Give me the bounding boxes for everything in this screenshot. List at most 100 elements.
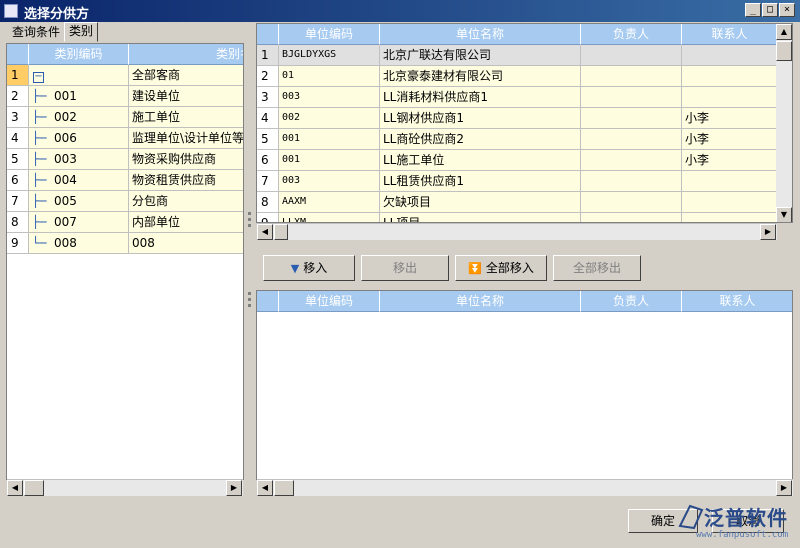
tab-query-conditions[interactable]: 查询条件 xyxy=(8,24,64,42)
supplier-hscrollbar[interactable]: ◀ ▶ xyxy=(257,223,777,240)
maximize-button[interactable]: □ xyxy=(762,3,778,17)
supplier-contact-cell[interactable] xyxy=(682,213,778,222)
tab-category[interactable]: 类别 xyxy=(64,22,99,42)
minimize-button[interactable]: _ xyxy=(745,3,761,17)
supplier-code-cell[interactable]: LLXM xyxy=(279,213,380,222)
category-row[interactable]: 1− 全部客商 xyxy=(7,65,243,86)
category-row[interactable]: 4 ├─ 006 监理单位\设计单位等 xyxy=(7,128,243,149)
supplier-row[interactable]: 7 003 LL租赁供应商1 xyxy=(257,171,778,192)
scroll-right-icon[interactable]: ▶ xyxy=(760,224,776,240)
supplier-contact-cell[interactable] xyxy=(682,192,778,213)
supplier-name-cell[interactable]: LL消耗材料供应商1 xyxy=(380,87,581,108)
category-name-cell[interactable]: 008 xyxy=(129,233,243,254)
category-name-cell[interactable]: 建设单位 xyxy=(129,86,243,107)
supplier-name-cell[interactable]: LL钢材供应商1 xyxy=(380,108,581,129)
category-code-cell[interactable]: − xyxy=(29,65,129,86)
scroll-thumb[interactable] xyxy=(24,480,44,496)
move-out-button[interactable]: 移出 xyxy=(361,255,449,281)
supplier-owner-cell[interactable] xyxy=(581,171,682,192)
selected-header-name[interactable]: 单位名称 xyxy=(380,291,581,312)
scroll-thumb[interactable] xyxy=(274,480,294,496)
supplier-owner-cell[interactable] xyxy=(581,192,682,213)
supplier-owner-cell[interactable] xyxy=(581,45,682,66)
supplier-contact-cell[interactable]: 小李 xyxy=(682,129,778,150)
category-code-cell[interactable]: ├─ 004 xyxy=(29,170,129,191)
supplier-header-contact[interactable]: 联系人 xyxy=(682,24,778,45)
supplier-owner-cell[interactable] xyxy=(581,66,682,87)
selected-hscrollbar[interactable]: ◀ ▶ xyxy=(257,479,793,496)
collapse-icon[interactable]: − xyxy=(33,72,44,83)
category-name-cell[interactable]: 全部客商 xyxy=(129,65,243,86)
category-name-cell[interactable]: 内部单位 xyxy=(129,212,243,233)
supplier-owner-cell[interactable] xyxy=(581,150,682,171)
scroll-thumb[interactable] xyxy=(274,224,288,240)
category-name-cell[interactable]: 物资采购供应商 xyxy=(129,149,243,170)
category-name-cell[interactable]: 分包商 xyxy=(129,191,243,212)
selected-header-owner[interactable]: 负责人 xyxy=(581,291,682,312)
scroll-left-icon[interactable]: ◀ xyxy=(257,224,273,240)
supplier-row[interactable]: 9 LLXM LL项目 xyxy=(257,213,778,222)
supplier-code-cell[interactable]: 001 xyxy=(279,129,380,150)
category-name-cell[interactable]: 监理单位\设计单位等 xyxy=(129,128,243,149)
panel-splitter[interactable] xyxy=(245,22,254,496)
close-button[interactable]: × xyxy=(779,3,795,17)
scroll-left-icon[interactable]: ◀ xyxy=(7,480,23,496)
move-all-out-button[interactable]: 全部移出 xyxy=(553,255,641,281)
category-code-cell[interactable]: ├─ 003 xyxy=(29,149,129,170)
supplier-row[interactable]: 4 002 LL钢材供应商1 小李 xyxy=(257,108,778,129)
supplier-code-cell[interactable]: AAXM xyxy=(279,192,380,213)
category-row[interactable]: 8 ├─ 007 内部单位 xyxy=(7,212,243,233)
supplier-contact-cell[interactable] xyxy=(682,45,778,66)
scroll-up-icon[interactable]: ▲ xyxy=(776,24,792,40)
selected-header-contact[interactable]: 联系人 xyxy=(682,291,792,312)
category-row[interactable]: 5 ├─ 003 物资采购供应商 xyxy=(7,149,243,170)
supplier-code-cell[interactable]: 003 xyxy=(279,171,380,192)
selected-header-code[interactable]: 单位编码 xyxy=(279,291,380,312)
category-row[interactable]: 2 ├─ 001 建设单位 xyxy=(7,86,243,107)
supplier-code-cell[interactable]: 01 xyxy=(279,66,380,87)
supplier-code-cell[interactable]: 001 xyxy=(279,150,380,171)
scroll-thumb[interactable] xyxy=(776,41,792,61)
category-header-code[interactable]: 类别编码 xyxy=(29,44,129,65)
category-name-cell[interactable]: 施工单位 xyxy=(129,107,243,128)
category-row[interactable]: 9 └─ 008 008 xyxy=(7,233,243,254)
supplier-vscrollbar[interactable]: ▲ ▼ xyxy=(776,24,792,222)
category-code-cell[interactable]: ├─ 006 xyxy=(29,128,129,149)
supplier-name-cell[interactable]: 北京豪泰建材有限公司 xyxy=(380,66,581,87)
supplier-owner-cell[interactable] xyxy=(581,129,682,150)
supplier-row[interactable]: 6 001 LL施工单位 小李 xyxy=(257,150,778,171)
supplier-name-cell[interactable]: 北京广联达有限公司 xyxy=(380,45,581,66)
scroll-right-icon[interactable]: ▶ xyxy=(776,480,792,496)
category-header-name[interactable]: 类别名称 xyxy=(129,44,243,65)
supplier-row[interactable]: 1 BJGLDYXGS 北京广联达有限公司 xyxy=(257,45,778,66)
supplier-contact-cell[interactable] xyxy=(682,87,778,108)
supplier-owner-cell[interactable] xyxy=(581,108,682,129)
scroll-right-icon[interactable]: ▶ xyxy=(226,480,242,496)
supplier-header-owner[interactable]: 负责人 xyxy=(581,24,682,45)
supplier-name-cell[interactable]: LL租赁供应商1 xyxy=(380,171,581,192)
category-code-cell[interactable]: ├─ 001 xyxy=(29,86,129,107)
supplier-owner-cell[interactable] xyxy=(581,213,682,222)
scroll-down-icon[interactable]: ▼ xyxy=(776,207,792,222)
supplier-name-cell[interactable]: LL项目 xyxy=(380,213,581,222)
category-code-cell[interactable]: └─ 008 xyxy=(29,233,129,254)
supplier-header-code[interactable]: 单位编码 xyxy=(279,24,380,45)
supplier-row[interactable]: 3 003 LL消耗材料供应商1 xyxy=(257,87,778,108)
supplier-code-cell[interactable]: 002 xyxy=(279,108,380,129)
supplier-contact-cell[interactable] xyxy=(682,66,778,87)
category-code-cell[interactable]: ├─ 002 xyxy=(29,107,129,128)
supplier-header-name[interactable]: 单位名称 xyxy=(380,24,581,45)
category-row[interactable]: 3 ├─ 002 施工单位 xyxy=(7,107,243,128)
category-name-cell[interactable]: 物资租赁供应商 xyxy=(129,170,243,191)
category-hscrollbar[interactable]: ◀ ▶ xyxy=(7,479,243,496)
category-code-cell[interactable]: ├─ 007 xyxy=(29,212,129,233)
scroll-left-icon[interactable]: ◀ xyxy=(257,480,273,496)
supplier-name-cell[interactable]: LL施工单位 xyxy=(380,150,581,171)
supplier-contact-cell[interactable]: 小李 xyxy=(682,150,778,171)
category-code-cell[interactable]: ├─ 005 xyxy=(29,191,129,212)
move-in-button[interactable]: ▼ 移入 xyxy=(263,255,355,281)
supplier-row[interactable]: 8 AAXM 欠缺项目 xyxy=(257,192,778,213)
category-row[interactable]: 7 ├─ 005 分包商 xyxy=(7,191,243,212)
supplier-row[interactable]: 2 01 北京豪泰建材有限公司 xyxy=(257,66,778,87)
supplier-contact-cell[interactable]: 小李 xyxy=(682,108,778,129)
